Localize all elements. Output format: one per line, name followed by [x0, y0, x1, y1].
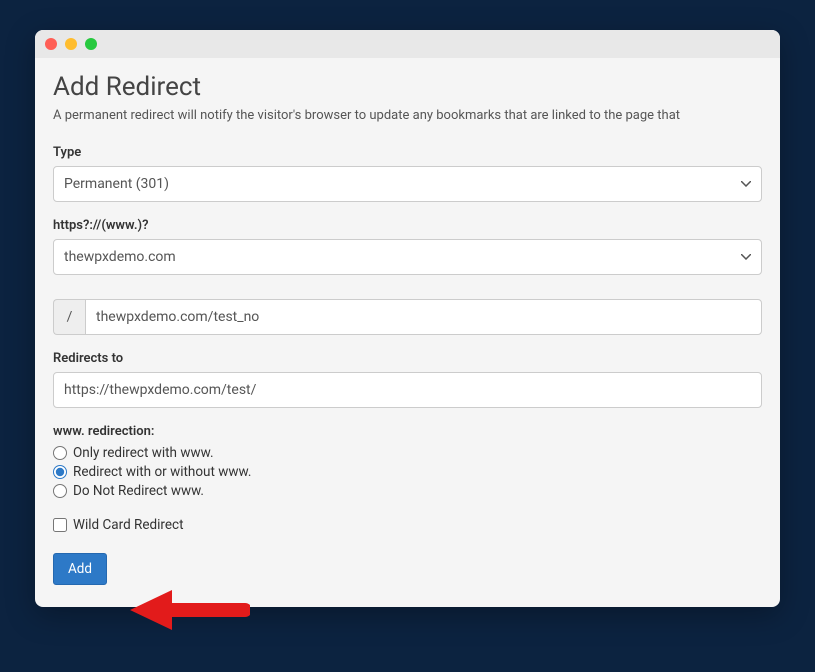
- path-input-group: /: [53, 299, 762, 335]
- path-input[interactable]: [85, 299, 762, 335]
- redirects-to-field: Redirects to: [53, 351, 762, 408]
- path-field: /: [53, 299, 762, 335]
- www-label-only: Only redirect with www.: [73, 445, 214, 461]
- www-option-none[interactable]: Do Not Redirect www.: [53, 483, 762, 499]
- type-select[interactable]: Permanent (301): [53, 166, 762, 202]
- www-label-both: Redirect with or without www.: [73, 464, 251, 480]
- close-icon[interactable]: [45, 38, 57, 50]
- wildcard-checkbox[interactable]: [53, 518, 67, 532]
- www-option-only[interactable]: Only redirect with www.: [53, 445, 762, 461]
- path-prefix: /: [53, 299, 85, 335]
- wildcard-option[interactable]: Wild Card Redirect: [53, 517, 762, 533]
- page-title: Add Redirect: [53, 72, 762, 102]
- content-area: Add Redirect A permanent redirect will n…: [35, 58, 780, 607]
- redirects-to-input[interactable]: [53, 372, 762, 408]
- www-radio-none[interactable]: [53, 484, 67, 498]
- type-label: Type: [53, 145, 762, 160]
- add-button[interactable]: Add: [53, 553, 107, 585]
- page-description: A permanent redirect will notify the vis…: [53, 108, 762, 123]
- window-titlebar: [35, 30, 780, 58]
- type-field: Type Permanent (301): [53, 145, 762, 202]
- www-radio-only[interactable]: [53, 446, 67, 460]
- maximize-icon[interactable]: [85, 38, 97, 50]
- www-radio-both[interactable]: [53, 465, 67, 479]
- window: Add Redirect A permanent redirect will n…: [35, 30, 780, 607]
- www-redirection-label: www. redirection:: [53, 424, 762, 439]
- www-label-none: Do Not Redirect www.: [73, 483, 204, 499]
- www-redirection-group: www. redirection: Only redirect with www…: [53, 424, 762, 499]
- redirects-to-label: Redirects to: [53, 351, 762, 366]
- domain-label: https?://(www.)?: [53, 218, 762, 233]
- wildcard-label: Wild Card Redirect: [73, 517, 184, 533]
- domain-field: https?://(www.)? thewpxdemo.com: [53, 218, 762, 275]
- www-option-both[interactable]: Redirect with or without www.: [53, 464, 762, 480]
- domain-select[interactable]: thewpxdemo.com: [53, 239, 762, 275]
- minimize-icon[interactable]: [65, 38, 77, 50]
- wildcard-group: Wild Card Redirect: [53, 517, 762, 533]
